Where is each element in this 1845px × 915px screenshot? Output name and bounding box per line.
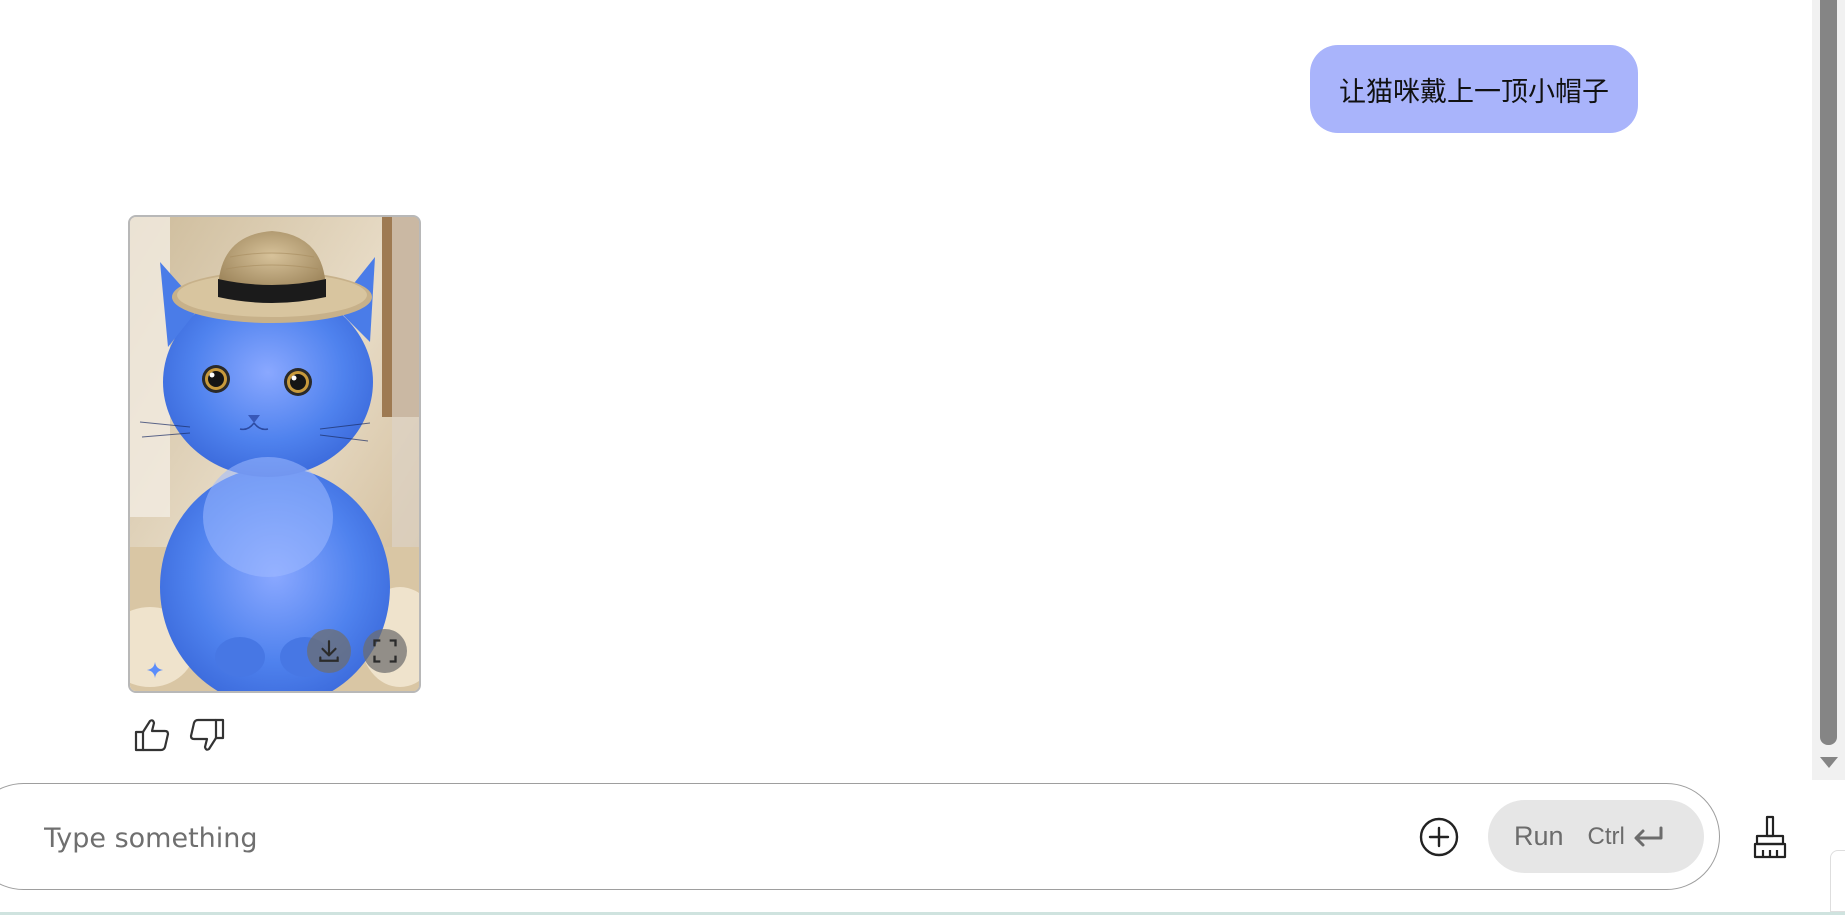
fullscreen-button[interactable] <box>363 629 407 673</box>
scrollbar-thumb[interactable] <box>1820 0 1837 745</box>
download-button[interactable] <box>307 629 351 673</box>
shortcut-label: Ctrl <box>1587 822 1625 850</box>
broom-icon <box>1753 815 1787 859</box>
generated-image-card[interactable] <box>128 215 421 693</box>
prompt-input[interactable] <box>44 818 1394 858</box>
vertical-scrollbar[interactable] <box>1812 0 1845 780</box>
clear-chat-button[interactable] <box>1749 814 1791 860</box>
scroll-down-arrow[interactable] <box>1820 757 1838 768</box>
plus-circle-icon <box>1419 817 1459 857</box>
thumbs-up-icon <box>134 719 170 752</box>
fullscreen-icon <box>373 639 397 663</box>
chat-app: 让猫咪戴上一顶小帽子 Type something Run Ctrl <box>0 0 1845 915</box>
generated-image <box>130 217 419 691</box>
run-button[interactable]: Run Ctrl <box>1488 800 1704 873</box>
thumbs-down-button[interactable] <box>188 717 226 753</box>
sparkle-icon <box>146 661 164 679</box>
thumbs-up-button[interactable] <box>133 717 171 753</box>
download-icon <box>319 640 339 662</box>
corner-panel-edge <box>1830 850 1845 912</box>
user-message-bubble: 让猫咪戴上一顶小帽子 <box>1310 45 1638 133</box>
enter-key-icon <box>1634 826 1663 846</box>
user-message-text: 让猫咪戴上一顶小帽子 <box>1339 76 1609 108</box>
thumbs-down-icon <box>189 718 225 751</box>
run-label: Run <box>1514 821 1564 851</box>
add-media-button[interactable] <box>1418 816 1460 858</box>
